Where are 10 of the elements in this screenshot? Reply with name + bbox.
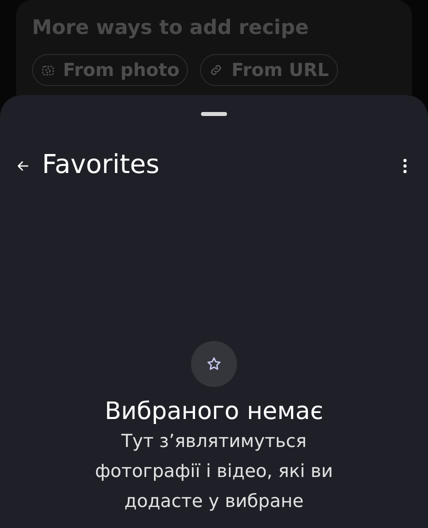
empty-message: Тут з’являтимуться фотографії і відео, які ви додасте у вибране	[94, 430, 334, 514]
source-chip[interactable]: From photo	[32, 54, 188, 86]
source-chip[interactable]: From URL	[200, 54, 338, 86]
star-icon	[206, 356, 222, 372]
sheet-title: Favorites	[42, 149, 160, 182]
empty-title: Вибраного немає	[104, 396, 324, 427]
more-options-icon[interactable]	[402, 158, 408, 174]
link-icon	[209, 63, 224, 77]
drag-handle[interactable]	[201, 112, 227, 116]
back-arrow-icon[interactable]	[16, 158, 30, 172]
